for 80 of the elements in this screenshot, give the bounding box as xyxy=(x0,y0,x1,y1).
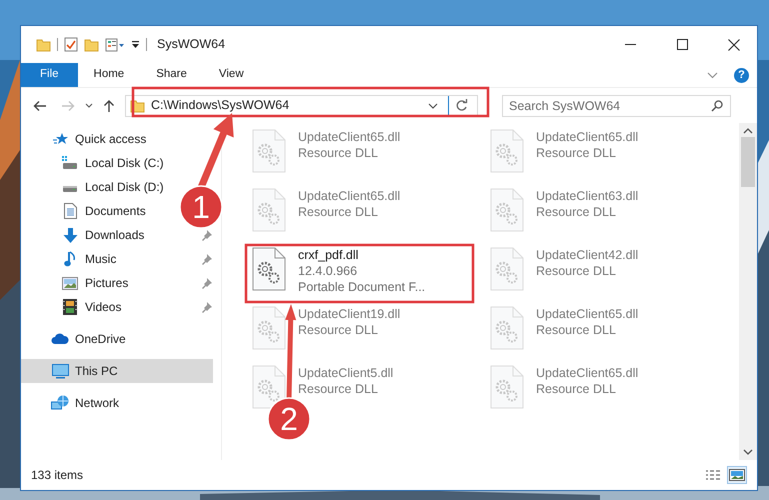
file-menu-tab[interactable]: File xyxy=(21,63,78,87)
view-toggle-button[interactable] xyxy=(727,466,747,484)
nav-item[interactable]: Downloads xyxy=(21,223,150,247)
pin-icon[interactable] xyxy=(201,253,213,265)
back-arrow-icon[interactable] xyxy=(33,100,47,112)
download-arrow-icon xyxy=(62,228,78,242)
up-arrow-icon[interactable] xyxy=(103,99,115,112)
details-view-icon xyxy=(705,469,721,481)
file-detail: Resource DLL xyxy=(536,263,617,279)
maximize-icon xyxy=(676,39,688,50)
file-detail: Resource DLL xyxy=(298,145,379,161)
file-detail: Resource DLL xyxy=(536,381,617,397)
drive-icon xyxy=(62,156,78,170)
large-icons-view-icon xyxy=(729,469,745,481)
help-button[interactable]: ? xyxy=(734,68,749,82)
address-path: C:\Windows\SysWOW64 xyxy=(151,97,290,114)
file-detail: Portable Document F... xyxy=(298,279,426,295)
document-icon xyxy=(64,203,76,219)
file-detail: Resource DLL xyxy=(298,204,379,220)
refresh-icon[interactable] xyxy=(455,99,468,112)
file-name[interactable]: UpdateClient63.dll xyxy=(536,188,638,204)
monitor-icon xyxy=(52,364,68,378)
checklist-icon[interactable] xyxy=(64,37,78,52)
item-count: 133 items xyxy=(31,467,84,484)
ribbon-tab[interactable]: Home xyxy=(78,63,140,87)
minimize-icon xyxy=(624,44,636,46)
file-name[interactable]: UpdateClient65.dll xyxy=(536,129,638,145)
file-detail: Resource DLL xyxy=(298,322,379,338)
nav-item[interactable]: Quick access xyxy=(21,127,152,151)
caret-icon[interactable] xyxy=(131,40,140,50)
callout-circle xyxy=(179,185,223,229)
file-name[interactable]: UpdateClient19.dll xyxy=(298,306,400,322)
nav-item[interactable]: Local Disk (D:) xyxy=(21,175,170,199)
nav-item[interactable]: Music xyxy=(21,247,122,271)
callout-circle xyxy=(267,397,311,441)
file-detail: Resource DLL xyxy=(536,204,617,220)
dropdown-caret-icon[interactable] xyxy=(428,102,438,108)
address-bar[interactable]: C:\Windows\SysWOW64 xyxy=(125,94,478,116)
ribbon-tab[interactable]: View xyxy=(202,63,260,87)
nav-item[interactable]: OneDrive xyxy=(21,327,132,351)
nav-item[interactable]: This PC xyxy=(21,359,213,383)
file-name[interactable]: crxf_pdf.dll xyxy=(298,247,426,263)
scrollbar[interactable] xyxy=(739,123,757,460)
callout-number: 2 xyxy=(280,401,298,437)
scroll-up-icon[interactable] xyxy=(743,127,753,135)
film-strip-icon xyxy=(63,299,77,315)
picture-icon xyxy=(62,276,78,290)
network-globe-icon xyxy=(51,395,69,411)
music-note-icon xyxy=(64,251,76,267)
file-name[interactable]: UpdateClient42.dll xyxy=(536,247,638,263)
file-name[interactable]: UpdateClient5.dll xyxy=(298,365,394,381)
pin-icon[interactable] xyxy=(201,229,213,241)
nav-item[interactable]: Network xyxy=(21,391,126,415)
nav-item[interactable]: Pictures xyxy=(21,271,134,295)
close-icon xyxy=(728,38,740,50)
ribbon-tab[interactable]: Share xyxy=(140,63,203,87)
callout-number: 1 xyxy=(192,189,210,225)
scroll-thumb[interactable] xyxy=(741,137,755,187)
file-name[interactable]: UpdateClient65.dll xyxy=(536,365,638,381)
pin-icon[interactable] xyxy=(201,301,213,313)
scroll-down-icon[interactable] xyxy=(743,448,753,456)
cloud-icon xyxy=(51,333,69,345)
nav-item[interactable]: Documents xyxy=(21,199,152,223)
search-field[interactable]: Search SysWOW64 xyxy=(502,94,731,116)
file-name[interactable]: UpdateClient65.dll xyxy=(298,188,400,204)
chevron-down-icon[interactable] xyxy=(707,72,718,78)
window-title: SysWOW64 xyxy=(157,36,226,54)
search-icon xyxy=(711,100,723,112)
recent-caret-icon[interactable] xyxy=(85,102,93,108)
nav-item[interactable]: Local Disk (C:) xyxy=(21,151,170,175)
star-icon xyxy=(52,132,68,146)
file-name[interactable]: UpdateClient65.dll xyxy=(536,306,638,322)
nav-item[interactable]: Videos xyxy=(21,295,128,319)
file-detail: Resource DLL xyxy=(536,322,617,338)
file-detail: Resource DLL xyxy=(536,145,617,161)
file-detail: Resource DLL xyxy=(298,381,379,397)
file-name[interactable]: UpdateClient65.dll xyxy=(298,129,400,145)
pin-icon[interactable] xyxy=(201,277,213,289)
list-icon[interactable] xyxy=(105,38,125,52)
file-detail: 12.4.0.966 xyxy=(298,263,358,279)
